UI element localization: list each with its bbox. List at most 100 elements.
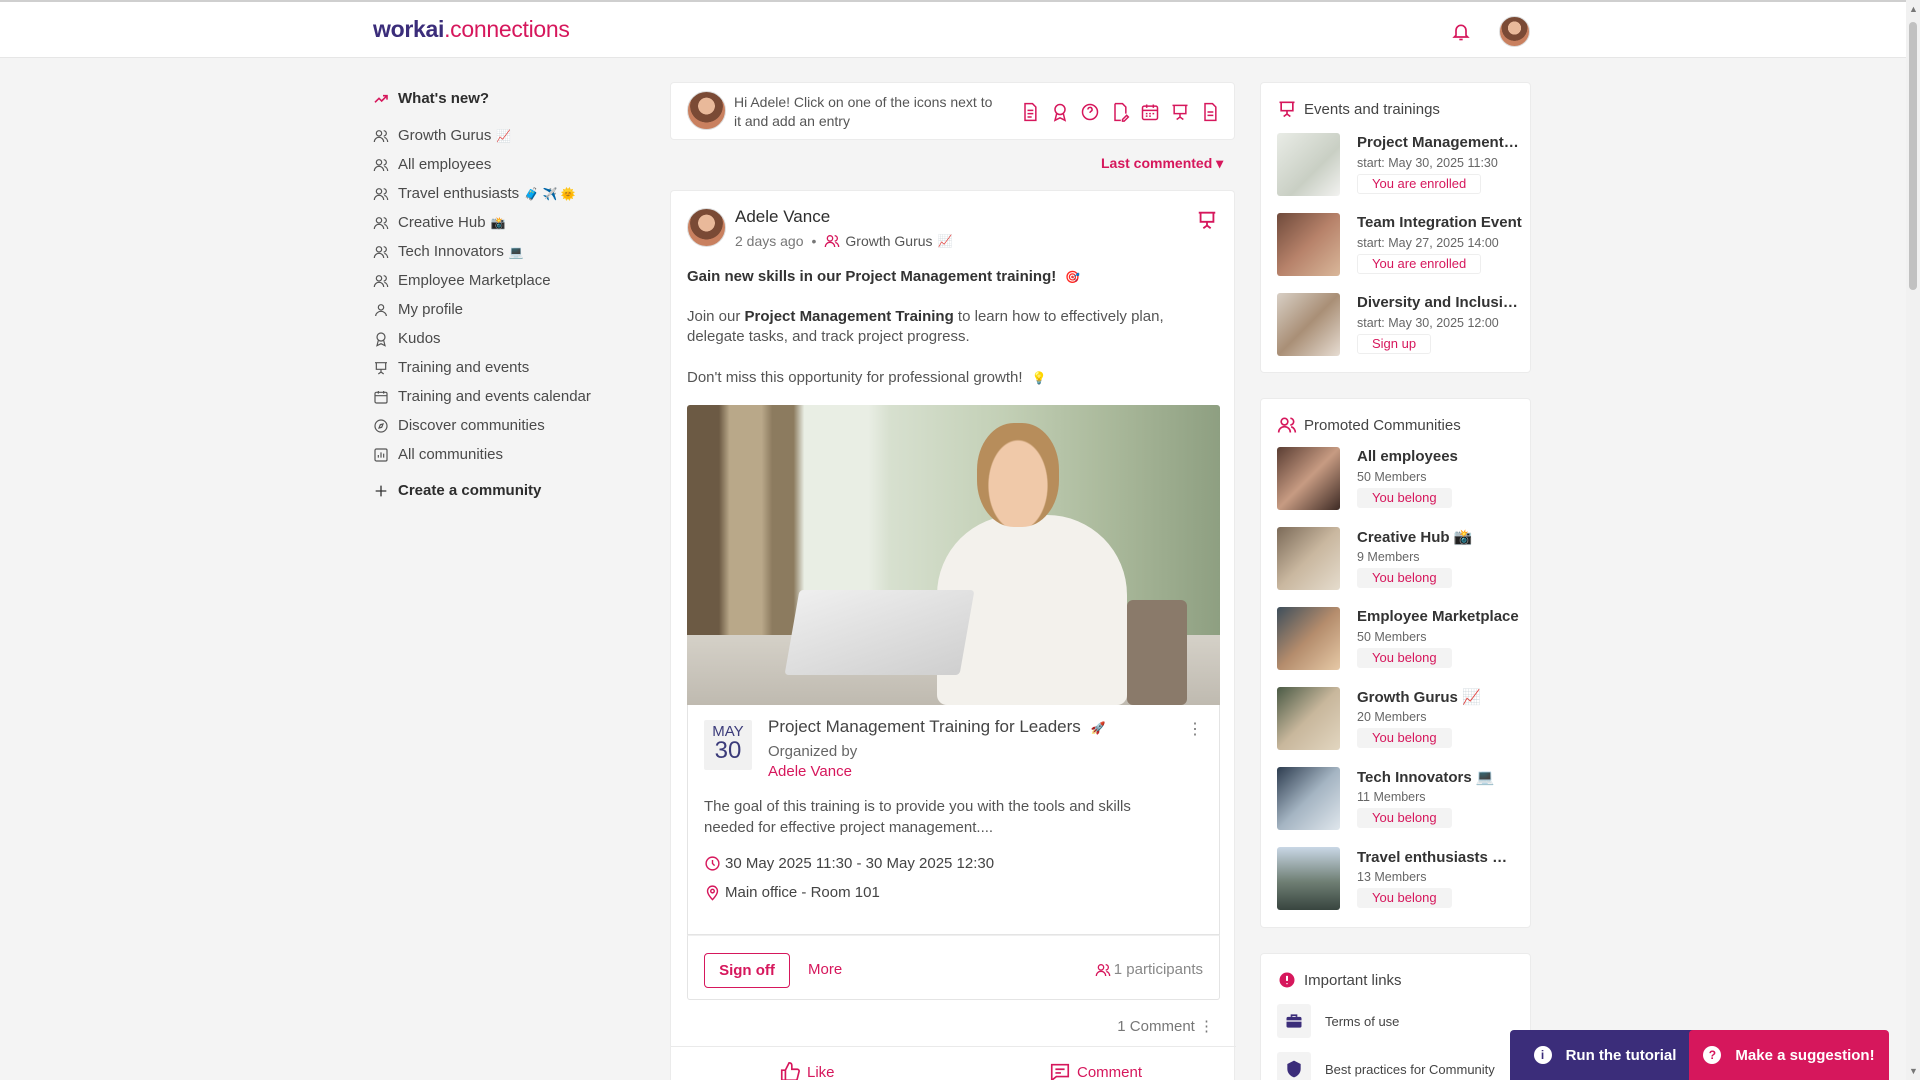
link-best-practices[interactable]: Best practices for Community	[1277, 1052, 1495, 1080]
event-list-item[interactable]: Project Management Training for Leaders …	[1277, 133, 1522, 198]
separator-dot: •	[811, 233, 817, 249]
community-members: 9 Members	[1357, 550, 1420, 564]
training-icon[interactable]	[1170, 101, 1190, 123]
nav-item-travel-enthusiasts[interactable]: Travel enthusiasts 🧳 ✈️ 🌞	[373, 179, 633, 208]
more-options-icon[interactable]: ⋮	[1199, 1018, 1214, 1035]
community-members: 13 Members	[1357, 870, 1427, 884]
link-terms-of-use[interactable]: Terms of use	[1277, 1004, 1399, 1038]
participants-count[interactable]: 1 participants	[1095, 961, 1203, 978]
community-name[interactable]: Creative Hub 📸	[1357, 528, 1522, 546]
location-pin-icon	[706, 885, 719, 901]
community-name[interactable]: Employee Marketplace	[1357, 608, 1522, 625]
post-author[interactable]: Adele Vance	[735, 207, 830, 227]
logo[interactable]: workai.connections	[373, 16, 570, 43]
community-name[interactable]: Growth Gurus 📈	[1357, 688, 1522, 706]
clock-icon	[705, 856, 720, 871]
community-members: 11 Members	[1357, 790, 1426, 804]
post-body: Join our Project Management Training to …	[687, 308, 1164, 345]
nav-item-growth-gurus[interactable]: Growth Gurus 📈	[373, 121, 633, 150]
event-status[interactable]: Sign up	[1357, 334, 1432, 354]
event-list-item[interactable]: Diversity and Inclusion Workshop start: …	[1277, 293, 1522, 358]
community-name[interactable]: Travel enthusiasts 🧳✈️🌞	[1357, 848, 1522, 866]
users-icon	[373, 129, 389, 142]
community-status: You belong	[1357, 568, 1452, 588]
event-name[interactable]: Diversity and Inclusion Workshop	[1357, 294, 1522, 311]
community-status: You belong	[1357, 648, 1452, 668]
edit-document-icon[interactable]	[1110, 101, 1130, 123]
community-list-item[interactable]: All employees 50 Members You belong	[1277, 447, 1522, 512]
event-status[interactable]: You are enrolled	[1357, 254, 1482, 274]
event-name[interactable]: Team Integration Event	[1357, 214, 1522, 231]
chart-icon	[374, 447, 388, 462]
article-icon[interactable]	[1020, 101, 1040, 123]
nav-item-employee-marketplace[interactable]: Employee Marketplace	[373, 266, 633, 295]
nav-item-label: Kudos	[398, 330, 441, 347]
post-composer: Hi Adele! Click on one of the icons next…	[670, 82, 1235, 140]
sign-off-button[interactable]: Sign off	[704, 953, 790, 988]
post-group-link[interactable]: Growth Gurus 📈	[824, 233, 953, 249]
community-name[interactable]: All employees	[1357, 448, 1522, 465]
document-icon[interactable]	[1200, 101, 1220, 123]
create-community-button[interactable]: Create a community	[373, 476, 633, 505]
like-button[interactable]: Like	[779, 1061, 835, 1080]
community-thumbnail	[1277, 767, 1340, 830]
scroll-up-arrow-icon[interactable]: ▲	[1909, 4, 1918, 14]
calendar-icon[interactable]	[1140, 101, 1160, 123]
event-list-item[interactable]: Team Integration Event start: May 27, 20…	[1277, 213, 1522, 278]
nav-item-training-and-events-calendar[interactable]: Training and events calendar	[373, 382, 633, 411]
notifications-bell-icon[interactable]	[1451, 21, 1471, 43]
post-body-closing: Don't miss this opportunity for professi…	[687, 369, 1047, 386]
info-circle-icon	[1279, 972, 1295, 988]
nav-item-all-communities[interactable]: All communities	[373, 440, 633, 469]
post-author-avatar[interactable]	[687, 208, 726, 247]
event-name[interactable]: Project Management Training for Leaders	[1357, 134, 1522, 151]
composer-prompt: Hi Adele! Click on one of the icons next…	[734, 94, 993, 129]
compass-icon	[374, 418, 388, 433]
comments-count[interactable]: 1 Comment ⋮	[1117, 1017, 1214, 1035]
make-suggestion-button[interactable]: ? Make a suggestion!	[1689, 1030, 1889, 1080]
comment-button[interactable]: Comment	[1049, 1061, 1142, 1080]
community-members: 50 Members	[1357, 470, 1427, 484]
event-options-icon[interactable]: ⋮	[1187, 719, 1203, 739]
scroll-down-arrow-icon[interactable]: ▼	[1909, 1066, 1918, 1076]
nav-item-creative-hub[interactable]: Creative Hub 📸	[373, 208, 633, 237]
community-list-item[interactable]: Travel enthusiasts 🧳✈️🌞 13 Members You b…	[1277, 847, 1522, 912]
nav-item-discover-communities[interactable]: Discover communities	[373, 411, 633, 440]
event-status[interactable]: You are enrolled	[1357, 174, 1482, 194]
community-thumbnail	[1277, 607, 1340, 670]
nav-item-tech-innovators[interactable]: Tech Innovators 💻	[373, 237, 633, 266]
user-avatar[interactable]	[1499, 16, 1530, 47]
run-tutorial-button[interactable]: i Run the tutorial	[1510, 1030, 1700, 1080]
events-card-title: Events and trainings	[1277, 99, 1440, 119]
community-list-item[interactable]: Creative Hub 📸 9 Members You belong	[1277, 527, 1522, 592]
community-list-item[interactable]: Employee Marketplace 50 Members You belo…	[1277, 607, 1522, 672]
community-list-item[interactable]: Tech Innovators 💻 11 Members You belong	[1277, 767, 1522, 832]
event-organizer-link[interactable]: Adele Vance	[768, 763, 852, 780]
event-title[interactable]: Project Management Training for Leaders …	[768, 717, 1105, 737]
kudos-icon[interactable]	[1050, 101, 1070, 123]
nav-item-emoji: 📈	[496, 128, 512, 143]
award-icon	[376, 331, 386, 347]
communities-card-title: Promoted Communities	[1277, 415, 1461, 435]
community-list-item[interactable]: Growth Gurus 📈 20 Members You belong	[1277, 687, 1522, 752]
info-icon: i	[1533, 1046, 1552, 1064]
training-icon	[1279, 101, 1295, 118]
page-scrollbar[interactable]: ▲ ▼	[1906, 0, 1920, 1080]
briefcase-icon	[1277, 1004, 1311, 1038]
more-link[interactable]: More	[808, 961, 842, 978]
scrollbar-thumb[interactable]	[1909, 22, 1917, 290]
sort-dropdown[interactable]: Last commented ▾	[1101, 155, 1223, 172]
community-members: 20 Members	[1357, 710, 1427, 724]
question-icon[interactable]	[1080, 101, 1100, 123]
nav-item-label: Tech Innovators	[398, 243, 504, 260]
event-thumbnail	[1277, 213, 1340, 276]
event-start: start: May 27, 2025 14:00	[1357, 236, 1499, 250]
question-icon: ?	[1703, 1046, 1722, 1064]
nav-item-kudos[interactable]: Kudos	[373, 324, 633, 353]
community-name[interactable]: Tech Innovators 💻	[1357, 768, 1522, 786]
top-bar: workai.connections	[0, 0, 1906, 58]
nav-item-training-and-events[interactable]: Training and events	[373, 353, 633, 382]
nav-whats-new[interactable]: What's new?	[373, 84, 633, 113]
nav-item-all-employees[interactable]: All employees	[373, 150, 633, 179]
nav-item-my-profile[interactable]: My profile	[373, 295, 633, 324]
